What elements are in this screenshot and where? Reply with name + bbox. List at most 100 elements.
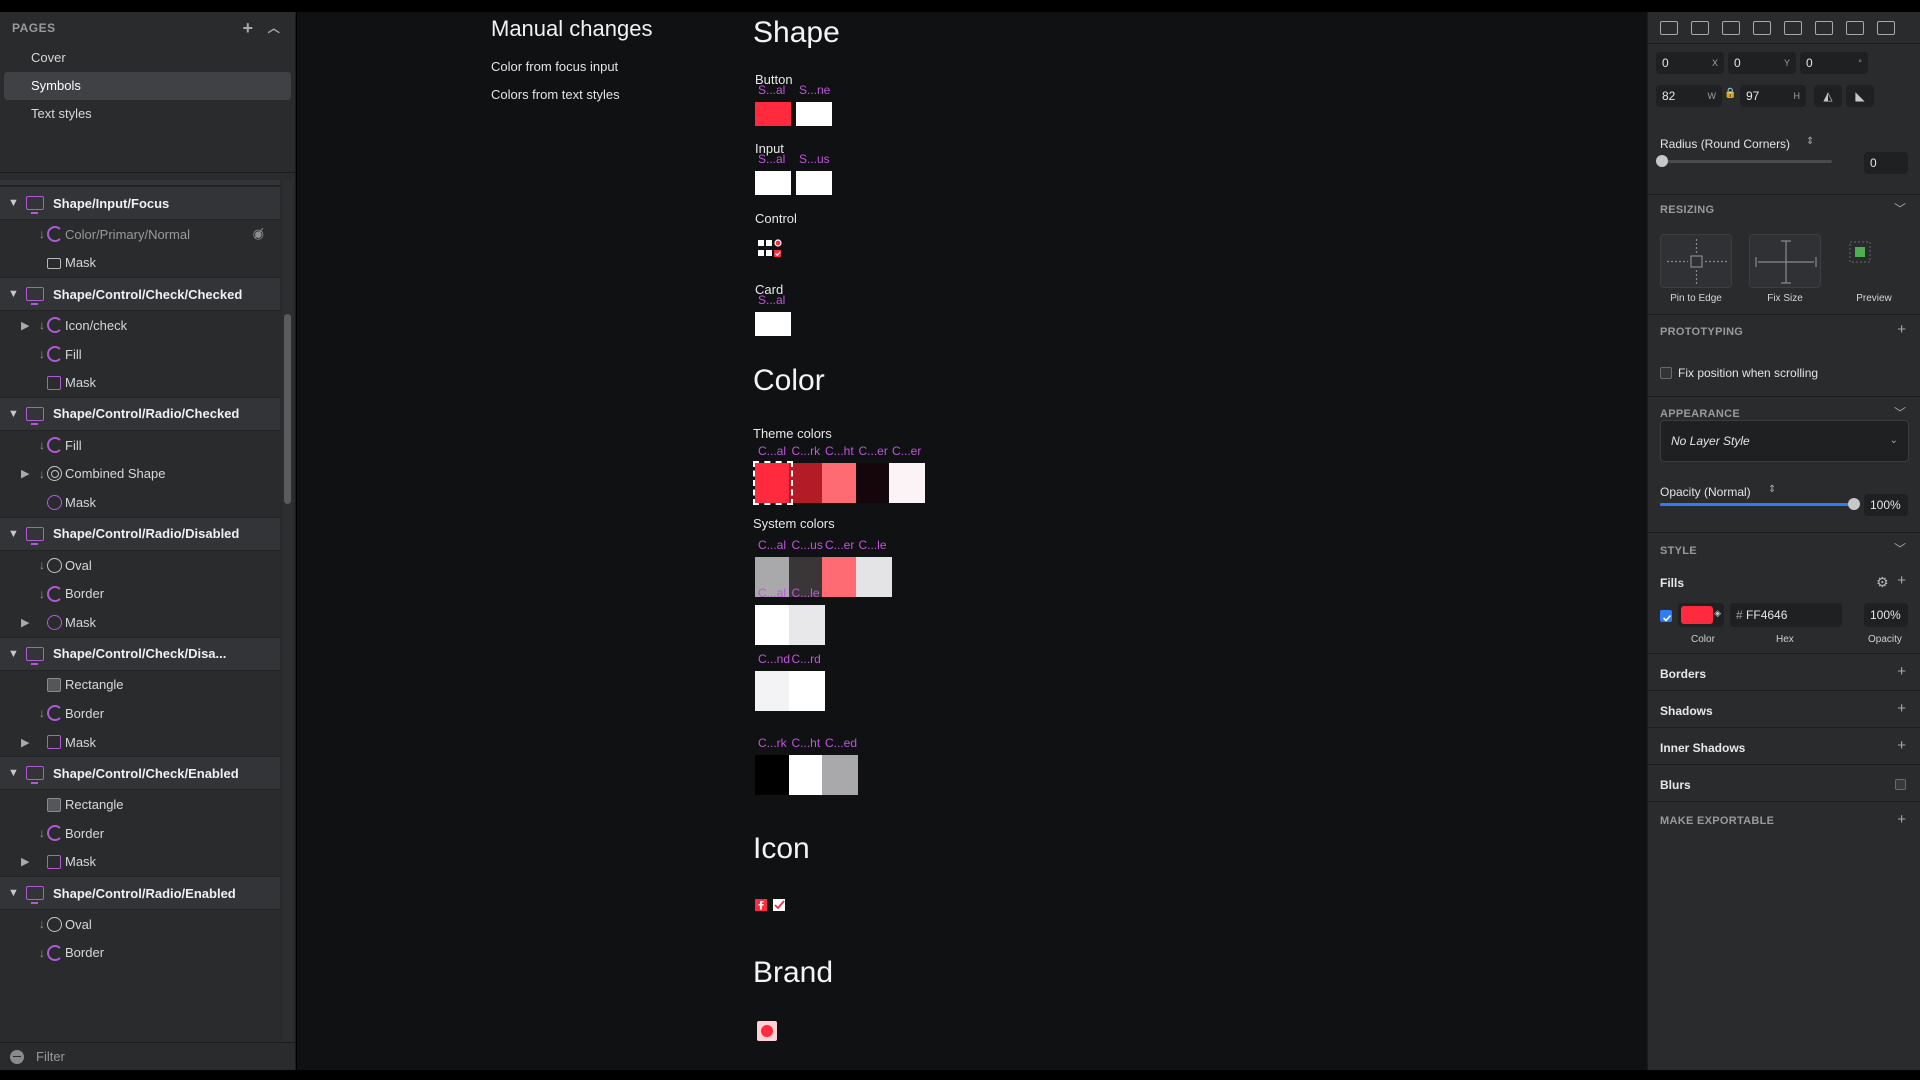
fill-opacity-field[interactable]: 100% bbox=[1864, 603, 1908, 627]
opacity-field[interactable]: 100% bbox=[1864, 494, 1908, 516]
add-page-icon[interactable]: + bbox=[239, 19, 257, 37]
expand-triangle-icon[interactable]: ▼ bbox=[8, 887, 22, 899]
layer-row[interactable]: Mask bbox=[0, 249, 280, 278]
button-tag-2[interactable]: S...ne bbox=[799, 83, 830, 97]
page-item-text-styles[interactable]: Text styles bbox=[4, 100, 291, 128]
input-swatch-focus[interactable] bbox=[796, 171, 832, 195]
input-swatch-normal[interactable] bbox=[755, 171, 791, 195]
input-tag-2[interactable]: S...us bbox=[799, 152, 830, 166]
card-swatch[interactable] bbox=[755, 312, 791, 336]
align-top-icon[interactable] bbox=[1815, 20, 1833, 35]
layer-group-header[interactable]: ▼ Shape/Control/Radio/Disabled bbox=[0, 516, 280, 551]
input-tag-1[interactable]: S...al bbox=[758, 152, 785, 166]
selection-box[interactable] bbox=[753, 461, 793, 505]
resizing-collapse-chevron-icon[interactable]: ﹀ bbox=[1894, 200, 1906, 217]
fix-size-control[interactable] bbox=[1749, 234, 1821, 288]
canvas[interactable]: Manual changes Color from focus input Co… bbox=[297, 12, 1647, 1070]
layer-row[interactable]: ▶ Mask bbox=[0, 848, 280, 877]
layer-row[interactable]: ↓ Border bbox=[0, 939, 280, 968]
layer-group-header[interactable]: ▼ Shape/Control/Check/Disa... bbox=[0, 636, 280, 671]
add-border-icon[interactable]: + bbox=[1897, 663, 1906, 680]
layer-row[interactable]: ▶ ↓ Icon/check bbox=[0, 311, 280, 340]
theme-color-swatch[interactable] bbox=[788, 463, 825, 503]
system-color-swatch[interactable] bbox=[788, 671, 825, 711]
system-color-tag[interactable]: C...us bbox=[792, 538, 823, 552]
align-middle-icon[interactable] bbox=[1846, 20, 1864, 35]
theme-color-swatch[interactable] bbox=[855, 463, 892, 503]
add-inner-shadow-icon[interactable]: + bbox=[1897, 737, 1906, 754]
style-collapse-chevron-icon[interactable]: ﹀ bbox=[1894, 540, 1906, 557]
theme-color-tag[interactable]: C...ht bbox=[825, 444, 854, 458]
fill-enabled-checkbox[interactable] bbox=[1660, 610, 1672, 622]
appearance-collapse-chevron-icon[interactable]: ﹀ bbox=[1894, 404, 1906, 421]
layer-group-header[interactable]: ▼ Shape/Control/Radio/Enabled bbox=[0, 876, 280, 911]
button-swatch-secondary[interactable] bbox=[796, 102, 832, 126]
add-shadow-icon[interactable]: + bbox=[1897, 700, 1906, 717]
system-color-swatch[interactable] bbox=[788, 755, 825, 795]
add-prototyping-icon[interactable]: + bbox=[1897, 321, 1906, 338]
layer-row[interactable]: ↓ Border bbox=[0, 699, 280, 728]
expand-triangle-icon[interactable]: ▼ bbox=[8, 528, 22, 540]
radius-field[interactable]: 0 bbox=[1864, 152, 1908, 174]
layer-row[interactable]: ↓ Border bbox=[0, 819, 280, 848]
distribute-horizontal-icon[interactable] bbox=[1660, 20, 1678, 35]
system-color-swatch[interactable] bbox=[788, 605, 825, 645]
theme-color-swatch[interactable] bbox=[822, 463, 858, 503]
layer-row[interactable]: ▶ Mask bbox=[0, 728, 280, 757]
align-center-icon[interactable] bbox=[1753, 20, 1771, 35]
x-field[interactable]: 0X bbox=[1656, 52, 1724, 74]
expand-triangle-icon[interactable]: ▶ bbox=[21, 616, 29, 629]
system-color-tag[interactable]: C...nd bbox=[758, 652, 790, 666]
expand-triangle-icon[interactable]: ▶ bbox=[21, 736, 29, 749]
lock-ratio-icon[interactable]: 🔒 bbox=[1724, 88, 1736, 99]
y-field[interactable]: 0Y bbox=[1728, 52, 1796, 74]
card-tag[interactable]: S...al bbox=[758, 293, 785, 307]
theme-color-swatch[interactable] bbox=[889, 463, 925, 503]
layer-row[interactable]: ↓ Fill bbox=[0, 340, 280, 369]
layers-scrollbar[interactable] bbox=[284, 314, 291, 504]
add-blur-icon[interactable] bbox=[1895, 779, 1906, 790]
expand-triangle-icon[interactable]: ▶ bbox=[21, 319, 29, 332]
add-fill-icon[interactable]: + bbox=[1897, 572, 1906, 589]
system-color-swatch[interactable] bbox=[755, 755, 791, 795]
blend-mode-chevron-icon[interactable]: ⇕ bbox=[1768, 484, 1776, 495]
layer-row[interactable]: ↓ Color/Primary/Normal ◉̸ bbox=[0, 220, 280, 249]
layer-row[interactable]: ↓ Fill bbox=[0, 431, 280, 460]
expand-triangle-icon[interactable]: ▶ bbox=[21, 855, 29, 868]
expand-triangle-icon[interactable]: ▶ bbox=[21, 467, 29, 480]
system-color-tag[interactable]: C...ed bbox=[825, 736, 857, 750]
button-swatch-primary[interactable] bbox=[755, 102, 791, 126]
system-color-swatch[interactable] bbox=[822, 755, 858, 795]
radius-mode-chevron-icon[interactable]: ⇕ bbox=[1806, 136, 1814, 147]
layer-row[interactable]: Mask bbox=[0, 488, 280, 517]
flip-horizontal-icon[interactable]: ◭ bbox=[1814, 85, 1842, 107]
collapse-pages-icon[interactable]: ︿ bbox=[265, 19, 283, 37]
opacity-slider[interactable] bbox=[1660, 503, 1854, 506]
hidden-eye-icon[interactable]: ◉̸ bbox=[253, 226, 264, 242]
layer-filter[interactable]: Filter bbox=[0, 1042, 296, 1070]
layer-row[interactable]: Rectangle bbox=[0, 671, 280, 700]
system-color-tag[interactable]: C...al bbox=[758, 586, 786, 600]
layer-group-header[interactable]: ▼ Shape/Input/Focus bbox=[0, 186, 280, 220]
system-color-swatch[interactable] bbox=[755, 671, 791, 711]
layer-style-dropdown[interactable]: No Layer Style ⌄ bbox=[1660, 420, 1909, 462]
layer-row[interactable]: ↓ Oval bbox=[0, 551, 280, 580]
page-item-symbols[interactable]: Symbols bbox=[4, 72, 291, 100]
fix-position-checkbox[interactable] bbox=[1660, 367, 1672, 379]
system-color-tag[interactable]: C...rk bbox=[758, 736, 787, 750]
align-right-icon[interactable] bbox=[1784, 20, 1802, 35]
opacity-slider-knob[interactable] bbox=[1848, 498, 1860, 510]
layer-row[interactable]: ▶ ↓ Combined Shape bbox=[0, 460, 280, 489]
control-symbols-icon[interactable] bbox=[757, 238, 785, 262]
radius-slider-knob[interactable] bbox=[1656, 155, 1668, 167]
rotation-field[interactable]: 0 ° bbox=[1800, 52, 1868, 74]
layer-row[interactable]: Mask bbox=[0, 368, 280, 397]
expand-triangle-icon[interactable]: ▼ bbox=[8, 767, 22, 779]
brand-logo-icon[interactable] bbox=[756, 1020, 778, 1042]
fill-settings-gear-icon[interactable]: ⚙ bbox=[1876, 574, 1889, 591]
layer-row[interactable]: ↓ Border bbox=[0, 579, 280, 608]
flip-vertical-icon[interactable]: ◣ bbox=[1846, 85, 1874, 107]
expand-triangle-icon[interactable]: ▼ bbox=[8, 197, 22, 209]
fill-color-well[interactable]: ◈ bbox=[1678, 603, 1724, 627]
filter-input[interactable]: Filter bbox=[36, 1049, 65, 1064]
